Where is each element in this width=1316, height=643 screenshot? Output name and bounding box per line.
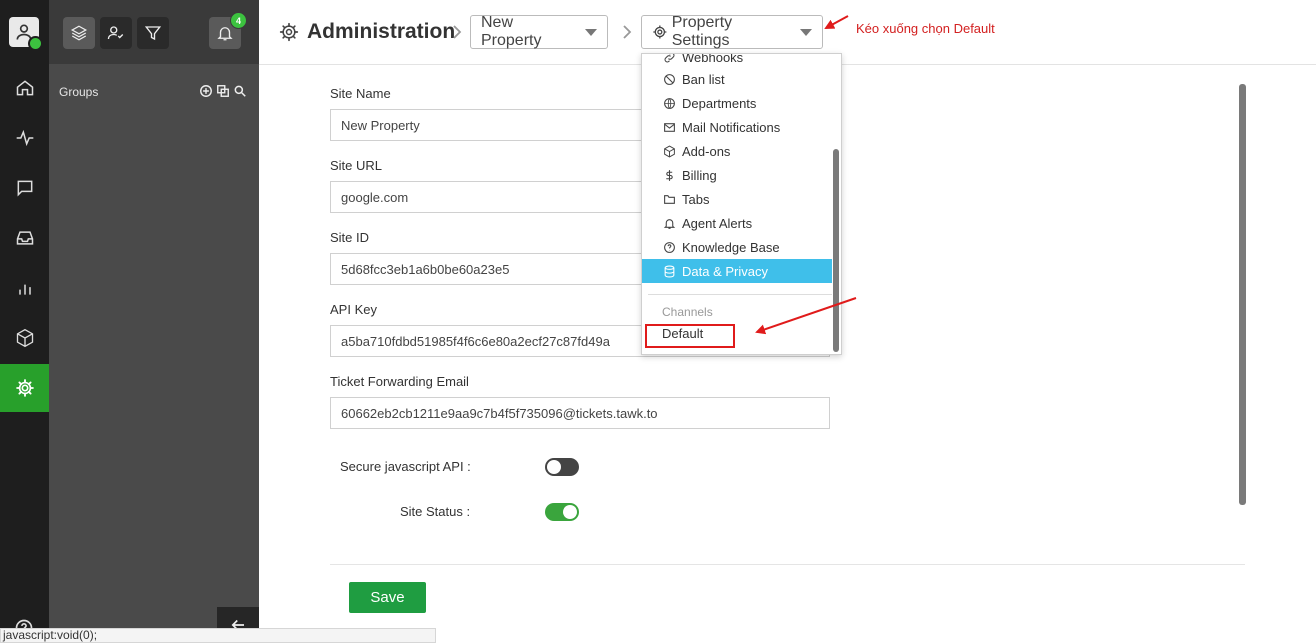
nav-reporting[interactable] [0,264,49,312]
menu-item-knowledge-base[interactable]: Knowledge Base [642,235,832,259]
secure-js-toggle[interactable] [545,458,579,476]
property-settings-label: Property Settings [671,14,733,49]
gear-icon [279,22,299,42]
gear-icon [653,25,667,39]
menu-item-ban-list[interactable]: Ban list [642,67,832,91]
online-status-dot [28,36,43,51]
property-selector-label: New Property [481,14,542,49]
site-status-label: Site Status : [400,504,471,519]
page-title: Administration [279,20,455,44]
layers-button[interactable] [63,17,95,49]
channels-header: Channels [662,305,713,319]
nav-monitoring[interactable] [0,114,49,162]
secure-js-label: Secure javascript API : [340,459,471,474]
layers-icon [70,25,88,41]
bar-chart-icon [18,284,31,295]
nav-home[interactable] [0,64,49,112]
groups-sidebar: 4 Groups [49,0,259,643]
dropdown-separator [648,294,832,295]
notifications-button[interactable]: 4 [209,12,247,49]
bell-icon [663,218,676,229]
menu-item-agent-alerts[interactable]: Agent Alerts [642,211,832,235]
search-icon[interactable] [233,84,247,98]
group-actions [199,84,247,98]
browser-status-bar: javascript:void(0); [0,628,436,643]
notification-count-badge: 4 [230,12,247,29]
cube-icon [16,328,33,348]
box-icon [664,145,675,157]
menu-item-mail-notifications[interactable]: Mail Notifications [642,115,832,139]
bell-icon [217,27,233,41]
page-title-text: Administration [307,20,456,43]
site-status-toggle[interactable] [545,503,579,521]
agent-status-button[interactable] [100,17,132,49]
inbox-icon [16,231,33,245]
link-icon [664,54,675,62]
property-selector[interactable]: New Property [470,14,608,49]
gear-icon [15,379,34,397]
question-circle-icon [664,241,675,253]
user-check-icon [107,26,124,40]
database-icon [664,265,675,277]
menu-item-departments[interactable]: Departments [642,91,832,115]
chevron-right-icon [623,25,632,39]
chat-icon [17,180,32,197]
mail-icon [664,122,675,132]
filter-icon [144,26,162,41]
form-divider [330,564,1245,565]
ticket-email-label: Ticket Forwarding Email [330,374,469,389]
copy-icon[interactable] [216,84,230,98]
dollar-icon [666,169,673,181]
ban-icon [664,73,675,85]
activity-icon [16,129,33,147]
annotation-highlight-box [645,324,735,348]
menu-item-tabs[interactable]: Tabs [642,187,832,211]
menu-item-data-privacy[interactable]: Data & Privacy [642,259,832,283]
nav-addons[interactable] [0,314,49,362]
menu-item-add-ons[interactable]: Add-ons [642,139,832,163]
filter-button[interactable] [137,17,169,49]
annotation-text: Kéo xuống chọn Default [856,21,995,36]
site-id-label: Site ID [330,230,370,245]
icon-rail [0,0,49,643]
folder-icon [664,194,675,204]
property-settings-dropdown: Webhooks Ban list Departments Mail Notif… [641,53,842,355]
property-settings-selector[interactable]: Property Settings [641,14,823,49]
dropdown-scrollbar[interactable] [833,149,839,352]
nav-inbox[interactable] [0,214,49,262]
chevron-right-icon [453,25,462,39]
user-avatar[interactable] [9,17,43,51]
add-circle-icon[interactable] [199,84,213,98]
groups-label: Groups [59,85,99,99]
api-key-label: API Key [330,302,377,317]
sidebar-toolbar: 4 [49,0,259,64]
site-url-label: Site URL [330,158,383,173]
caret-down-icon [585,28,597,36]
main-scrollbar[interactable] [1239,84,1246,505]
save-button[interactable]: Save [349,582,426,613]
home-icon [16,80,33,96]
caret-down-icon [800,28,812,36]
globe-icon [664,97,675,109]
menu-item-billing[interactable]: Billing [642,163,832,187]
ticket-email-input[interactable]: 60662eb2cb1211e9aa9c7b4f5f735096@tickets… [330,397,830,429]
nav-administration[interactable] [0,364,49,412]
site-name-label: Site Name [330,86,391,101]
nav-messaging[interactable] [0,164,49,212]
